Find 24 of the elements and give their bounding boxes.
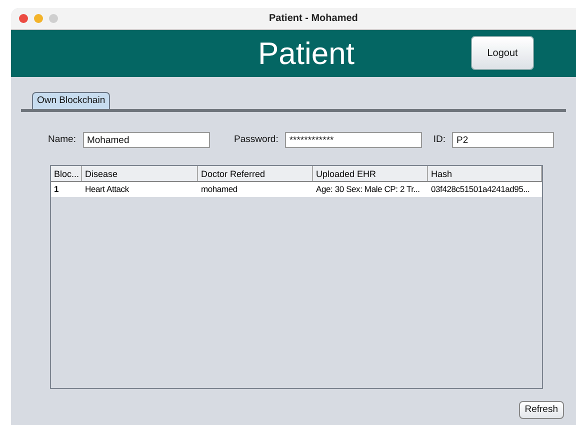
text-field[interactable]: P2 bbox=[452, 132, 554, 148]
minimize-icon[interactable] bbox=[34, 14, 43, 23]
text-field[interactable]: Mohamed bbox=[82, 132, 210, 148]
column-header[interactable]: Doctor Referred bbox=[198, 166, 313, 181]
close-icon[interactable] bbox=[19, 14, 28, 23]
table-cell-text: mohamed bbox=[200, 183, 238, 196]
table-cell-text: 1 bbox=[53, 183, 60, 196]
field-label: Password: bbox=[234, 132, 278, 147]
window-title: Patient - Mohamed bbox=[269, 12, 358, 26]
refresh-button[interactable]: Refresh bbox=[518, 401, 564, 419]
logout-button[interactable]: Logout bbox=[471, 36, 534, 70]
zoom-icon[interactable] bbox=[49, 14, 58, 23]
page-title: Patient bbox=[258, 38, 355, 69]
field-label: ID: bbox=[433, 132, 446, 147]
column-header[interactable]: Disease bbox=[82, 166, 198, 181]
column-header[interactable]: Bloc... bbox=[51, 166, 82, 181]
column-header[interactable]: Hash bbox=[428, 166, 542, 181]
table-cell-text: Heart Attack bbox=[84, 183, 130, 196]
field-label: Name: bbox=[48, 132, 76, 147]
column-header[interactable]: Uploaded EHR bbox=[313, 166, 428, 181]
tab[interactable]: Own Blockchain bbox=[32, 92, 110, 109]
table-cell-text: Age: 30 Sex: Male CP: 2 Tr... bbox=[315, 183, 421, 196]
text-field[interactable]: ************ bbox=[285, 132, 422, 148]
table-cell-text: 03f428c51501a4241ad95... bbox=[430, 183, 531, 196]
